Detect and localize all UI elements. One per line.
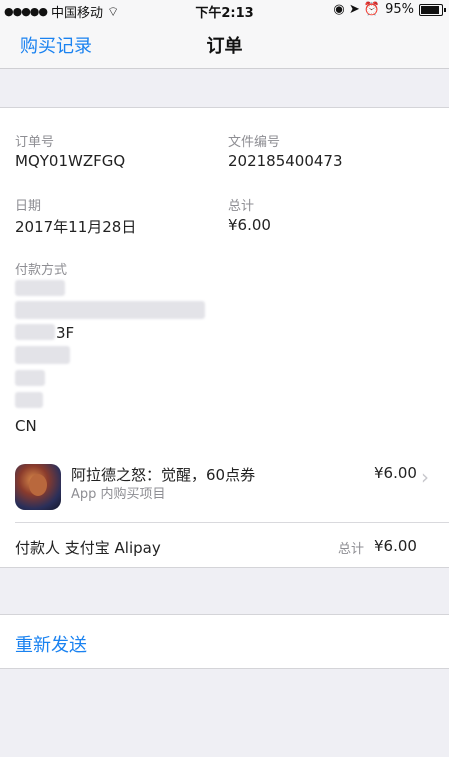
document-number-value: 202185400473 [228,152,343,170]
total-value: ¥6.00 [228,216,271,234]
order-number-value: MQY01WZFGQ [15,152,126,170]
payer-total-label: 总计 [338,542,365,557]
resend-button[interactable]: 重新发送 [15,631,87,657]
item-price: ¥6.00 [374,464,417,482]
item-subtitle: App 内购买项目 [71,487,166,502]
page-title: 订单 [206,36,243,57]
date-value: 2017年11月28日 [15,218,137,236]
redacted-block [15,392,43,408]
country-value: CN [15,417,37,435]
item-name: 阿拉德之怒：觉醒，60点券 [71,466,256,484]
purchase-item-row[interactable]: 阿拉德之怒：觉醒，60点券 App 内购买项目 ¥6.00 › 付款人 支付宝 … [0,452,449,568]
payer-label: 付款人 支付宝 Alipay [15,539,161,557]
redacted-block [15,324,55,340]
payer-total-value: ¥6.00 [374,537,417,555]
redacted-block [15,280,65,296]
address-fragment: 3F [56,324,75,342]
redacted-block [15,301,205,319]
chevron-right-icon: › [421,465,429,489]
divider [15,522,449,523]
battery-icon [419,3,446,16]
status-icons: ◉ ➤ ⏰ [333,2,381,17]
game-app-icon [15,464,61,510]
document-number-label: 文件编号 [228,135,281,150]
status-bar: ●●●●● 中国移动 ⌔ 下午2:13 ◉ ➤ ⏰ 95% [0,0,449,21]
resend-row[interactable]: 重新发送 [0,614,449,669]
redacted-block [15,346,70,364]
payment-method-label: 付款方式 [15,263,68,278]
battery-percent: 95% [385,2,414,17]
total-label: 总计 [228,199,255,214]
order-number-label: 订单号 [15,135,55,150]
order-details-card: 订单号 MQY01WZFGQ 文件编号 202185400473 日期 2017… [0,107,449,454]
navigation-bar: 购买记录 订单 [0,20,449,69]
date-label: 日期 [15,199,42,214]
redacted-block [15,370,45,386]
